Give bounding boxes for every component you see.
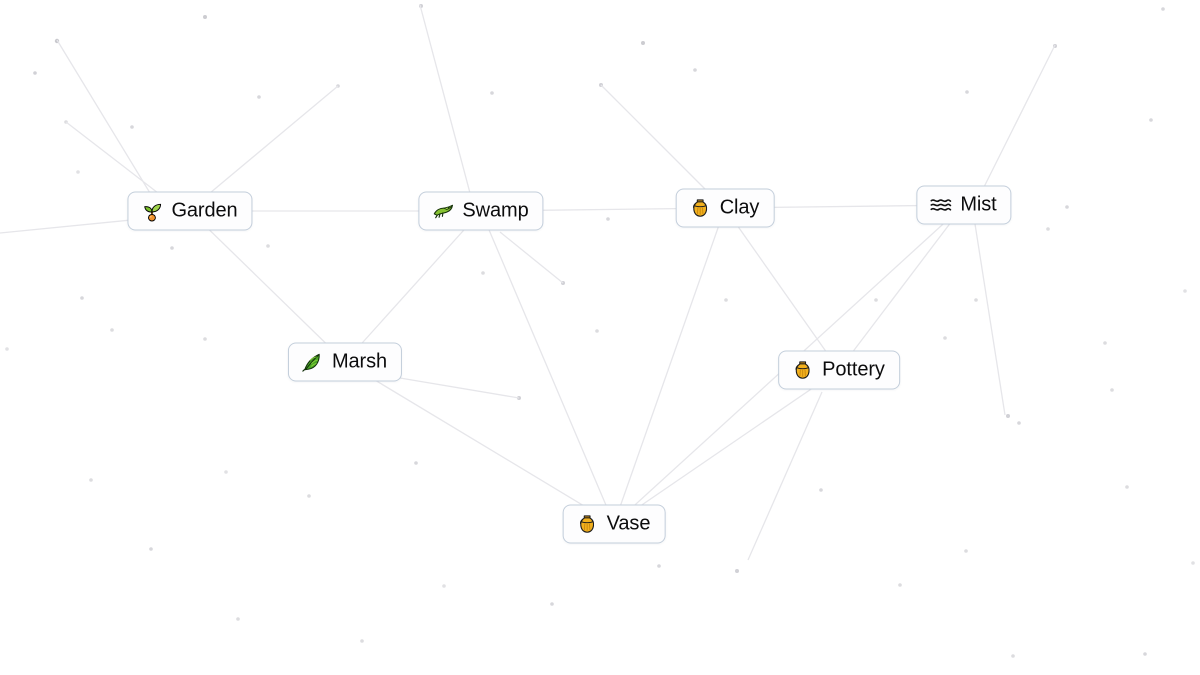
graph-node-swamp[interactable]: Swamp	[418, 191, 544, 231]
graph-node-label: Pottery	[822, 358, 885, 381]
graph-node-label: Mist	[960, 193, 997, 216]
seedling-icon	[140, 200, 163, 223]
graph-node-marsh[interactable]: Marsh	[287, 342, 403, 382]
amphora-icon	[576, 513, 599, 536]
graph-node-label: Vase	[606, 512, 651, 535]
herb-icon	[301, 351, 324, 374]
graph-node-label: Garden	[171, 199, 238, 222]
graph-node-label: Swamp	[462, 199, 529, 222]
amphora-icon	[689, 197, 712, 220]
graph-node-mist[interactable]: Mist	[916, 185, 1012, 225]
node-layer: Garden Swamp Clay Mist Marsh Pottery Vase	[0, 0, 1200, 675]
graph-node-pottery[interactable]: Pottery	[778, 350, 900, 390]
graph-node-clay[interactable]: Clay	[675, 188, 775, 228]
graph-node-vase[interactable]: Vase	[562, 504, 666, 544]
graph-node-label: Clay	[719, 196, 760, 219]
waves-icon	[929, 194, 952, 217]
crocodile-icon	[431, 200, 454, 223]
amphora-icon	[791, 359, 814, 382]
graph-node-garden[interactable]: Garden	[127, 191, 253, 231]
graph-node-label: Marsh	[331, 350, 388, 373]
graph-canvas[interactable]: Garden Swamp Clay Mist Marsh Pottery Vase	[0, 0, 1200, 675]
